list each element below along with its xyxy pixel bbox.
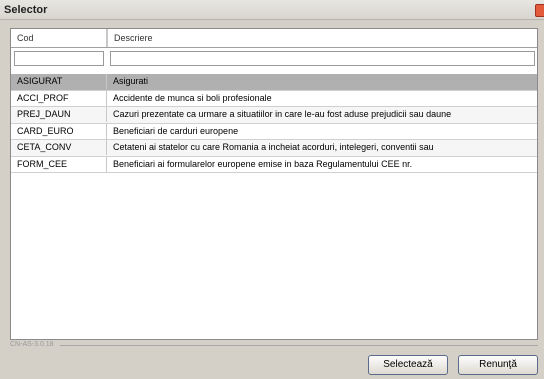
cell-code: PREJ_DAUN <box>11 107 107 122</box>
column-header-description[interactable]: Descriere <box>107 29 537 47</box>
table-row[interactable]: CETA_CONV Cetateni ai statelor cu care Ro… <box>11 140 537 157</box>
grid-header: Cod Descriere <box>11 29 537 48</box>
table-row[interactable]: CARD_EURO Beneficiari de carduri europene <box>11 123 537 140</box>
cell-description: Beneficiari de carduri europene <box>113 125 239 136</box>
table-row[interactable]: ACCI_PROF Accidente de munca si boli prof… <box>11 90 537 107</box>
cell-description: Beneficiari ai formularelor europene emi… <box>113 158 413 169</box>
description-filter-input[interactable] <box>110 51 535 66</box>
table-row[interactable]: ASIGURAT Asigurati <box>11 74 537 91</box>
table-row[interactable]: FORM_CEE Beneficiari ai formularelor euro… <box>11 156 537 173</box>
title-bar: Selector <box>0 0 544 20</box>
close-icon[interactable] <box>535 4 544 17</box>
cell-code: CETA_CONV <box>11 140 107 155</box>
cell-code: FORM_CEE <box>11 156 107 172</box>
status-code: CN-AS-3.0.18 <box>10 341 54 348</box>
cell-description: Asigurati <box>113 76 149 86</box>
cell-description: Cetateni ai statelor cu care Romania a i… <box>113 142 434 152</box>
cell-code: ASIGURAT <box>11 74 107 89</box>
divider <box>60 345 538 346</box>
window-title: Selector <box>4 4 48 16</box>
table-row[interactable]: PREJ_DAUN Cazuri prezentate ca urmare a s… <box>11 107 537 124</box>
cell-description: Accidente de munca si boli profesionale <box>113 92 272 103</box>
grid-rows: ASIGURAT Asigurati ACCI_PROF Accidente de m… <box>11 74 537 173</box>
cell-code: CARD_EURO <box>11 123 107 139</box>
selector-grid: Cod Descriere ASIGURAT Asigurati ACCI_PROF… <box>10 28 538 340</box>
cell-description: Cazuri prezentate ca urmare a situatiilo… <box>113 109 452 119</box>
cell-code: ACCI_PROF <box>11 90 107 106</box>
column-header-code[interactable]: Cod <box>11 29 107 47</box>
code-filter-input[interactable] <box>14 51 104 66</box>
cancel-button[interactable]: Renunţă <box>458 355 538 375</box>
select-button[interactable]: Selectează <box>368 355 448 375</box>
